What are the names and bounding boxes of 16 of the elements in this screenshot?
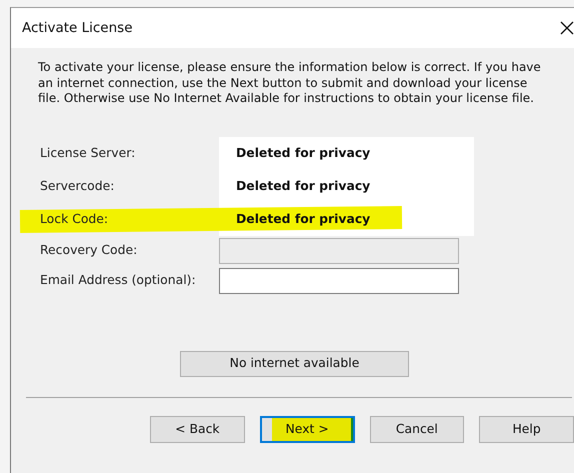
dialog-button[interactable]: Cancel [370,416,464,442]
field-label: Lock Code: [40,210,110,228]
field-label: Servercode: [40,176,116,195]
redacted-value: Deleted for privacy [219,170,474,202]
field-label: Email Address (optional): [40,271,197,290]
field-label: License Server: [40,144,136,162]
field-label: Recovery Code: [40,241,138,260]
close-icon[interactable] [560,21,574,35]
dialog-button[interactable]: < Back [150,416,245,442]
instructions-text: To activate your license, please ensure the information below is correct. If you have an internet connection, use the Next button to submit and download your license file. Otherwise use No Internet Available for instructions to obtain your license file. [38,60,542,106]
dialog-button[interactable]: Help [479,416,574,442]
input-field[interactable] [219,268,459,294]
window-title: Activate License [22,18,133,38]
dialog-button[interactable]: Next > [260,416,355,442]
redacted-value: Deleted for privacy [219,136,474,170]
no-internet-button[interactable]: No internet available [180,350,409,376]
